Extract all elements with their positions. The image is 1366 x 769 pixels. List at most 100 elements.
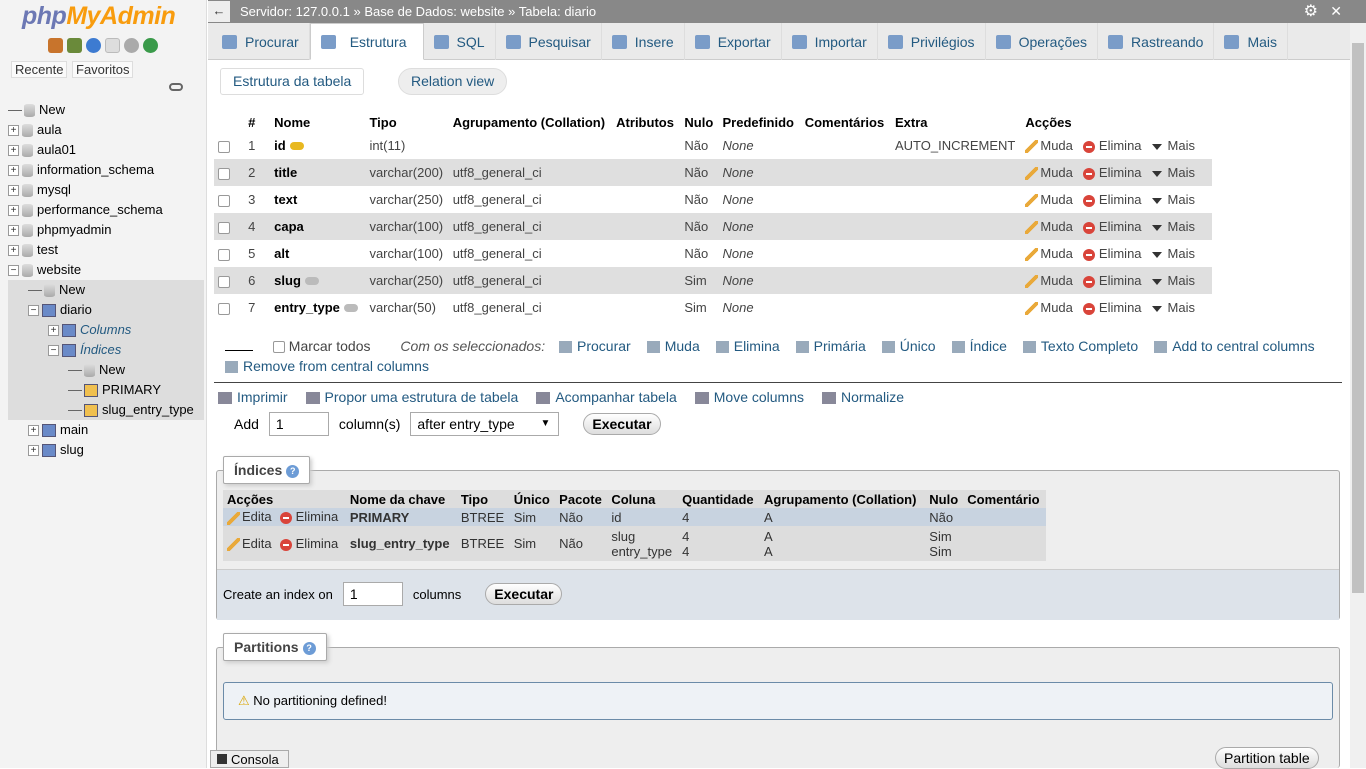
more-dropdown[interactable]: Mais — [1151, 219, 1195, 234]
reload-icon[interactable] — [143, 38, 158, 53]
collapse-icon[interactable]: − — [28, 304, 39, 316]
recent-button[interactable]: Recente — [11, 61, 68, 78]
expand-icon[interactable]: + — [48, 324, 59, 336]
change-button[interactable]: Muda — [1025, 219, 1073, 235]
bulk-action-button[interactable]: Índice — [951, 338, 1007, 354]
row-checkbox[interactable] — [218, 140, 230, 153]
row-checkbox[interactable] — [218, 302, 230, 315]
bulk-action-button[interactable]: Primária — [795, 338, 866, 354]
expand-icon[interactable]: + — [8, 164, 19, 176]
bulk-action-button[interactable]: Texto Completo — [1022, 338, 1138, 354]
settings-icon[interactable] — [124, 38, 139, 53]
drop-button[interactable]: Elimina — [1082, 219, 1142, 234]
tab-estrutura[interactable]: Estrutura — [309, 23, 424, 60]
tab-importar[interactable]: Importar — [782, 23, 878, 60]
tree-item[interactable]: + phpmyadmin — [8, 220, 204, 240]
relation-view-button[interactable]: Relation view — [398, 68, 508, 95]
tree-item[interactable]: + mysql — [8, 180, 204, 200]
scrollbar-thumb[interactable] — [1352, 43, 1364, 593]
row-checkbox[interactable] — [218, 221, 230, 234]
tab-exportar[interactable]: Exportar — [685, 23, 782, 60]
expand-icon[interactable]: + — [8, 224, 19, 236]
change-button[interactable]: Muda — [1025, 246, 1073, 262]
change-button[interactable]: Muda — [1025, 165, 1073, 181]
home-icon[interactable] — [48, 38, 63, 53]
expand-icon[interactable]: + — [28, 444, 39, 456]
change-button[interactable]: Muda — [1025, 300, 1073, 316]
tree-item[interactable]: + performance_schema — [8, 200, 204, 220]
tree-item[interactable]: New — [8, 100, 204, 120]
tree-item[interactable]: + test — [8, 240, 204, 260]
tree-item[interactable]: PRIMARY — [8, 380, 204, 400]
tree-item[interactable]: + aula — [8, 120, 204, 140]
tool-link[interactable]: Normalize — [822, 389, 904, 405]
tree-item[interactable]: + slug — [8, 440, 204, 460]
expand-icon[interactable]: + — [8, 144, 19, 156]
more-dropdown[interactable]: Mais — [1151, 300, 1195, 315]
partition-table-button[interactable]: Partition table — [1215, 747, 1319, 769]
tab-rastreando[interactable]: Rastreando — [1098, 23, 1215, 60]
row-checkbox[interactable] — [218, 194, 230, 207]
tab-privilégios[interactable]: Privilégios — [878, 23, 986, 60]
phpmyadmin-logo[interactable]: phpMyAdmin — [22, 2, 176, 31]
bulk-action-button[interactable]: Elimina — [715, 338, 780, 354]
help-icon[interactable]: ? — [286, 464, 300, 478]
drop-button[interactable]: Elimina — [1082, 273, 1142, 288]
drop-button[interactable]: Elimina — [1082, 165, 1142, 180]
tab-pesquisar[interactable]: Pesquisar — [496, 23, 602, 60]
collapse-icon[interactable]: − — [48, 344, 59, 356]
bulk-action-button[interactable]: Muda — [646, 338, 700, 354]
collapse-nav-arrow-icon[interactable]: ← — [208, 1, 230, 22]
column-count-input[interactable]: 1 — [268, 412, 329, 436]
favorites-button[interactable]: Favoritos — [72, 61, 134, 78]
bulk-action-button[interactable]: Único — [881, 338, 936, 354]
docs-icon[interactable] — [105, 38, 120, 53]
expand-icon[interactable]: + — [28, 424, 39, 436]
check-all-label[interactable]: Marcar todos — [289, 338, 371, 354]
logout-icon[interactable] — [67, 38, 82, 53]
row-checkbox[interactable] — [218, 167, 230, 180]
execute-add-button[interactable]: Executar — [583, 413, 661, 435]
console-toggle[interactable]: Consola — [210, 750, 289, 768]
table-structure-button[interactable]: Estrutura da tabela — [220, 68, 365, 95]
tree-item[interactable]: + Columns — [8, 320, 204, 340]
row-checkbox[interactable] — [218, 275, 230, 288]
edit-index-button[interactable]: Edita — [227, 509, 272, 525]
breadcrumb-database[interactable]: Base de Dados: website — [364, 4, 504, 19]
breadcrumb-table[interactable]: Tabela: diario — [519, 4, 596, 19]
tree-item[interactable]: − website — [8, 260, 204, 280]
change-button[interactable]: Muda — [1025, 138, 1073, 154]
more-dropdown[interactable]: Mais — [1151, 192, 1195, 207]
tab-insere[interactable]: Insere — [602, 23, 685, 60]
edit-index-button[interactable]: Edita — [227, 536, 272, 552]
tab-operações[interactable]: Operações — [986, 23, 1099, 60]
drop-button[interactable]: Elimina — [1082, 138, 1142, 153]
more-dropdown[interactable]: Mais — [1151, 138, 1195, 153]
tool-link[interactable]: Imprimir — [218, 389, 288, 405]
check-all-checkbox[interactable] — [272, 341, 285, 354]
tree-item[interactable]: + information_schema — [8, 160, 204, 180]
tab-sql[interactable]: SQL — [424, 23, 496, 60]
tool-link[interactable]: Acompanhar tabela — [536, 389, 677, 405]
link-icon[interactable] — [169, 83, 183, 91]
drop-button[interactable]: Elimina — [1082, 192, 1142, 207]
tree-item[interactable]: + main — [8, 420, 204, 440]
bulk-action-button[interactable]: Procurar — [559, 338, 631, 354]
change-button[interactable]: Muda — [1025, 273, 1073, 289]
more-dropdown[interactable]: Mais — [1151, 165, 1195, 180]
collapse-icon[interactable]: − — [8, 264, 19, 276]
help-icon[interactable] — [86, 38, 101, 53]
tab-mais[interactable]: Mais — [1214, 23, 1288, 60]
row-checkbox[interactable] — [218, 248, 230, 261]
tool-link[interactable]: Move columns — [694, 389, 804, 405]
expand-icon[interactable]: + — [8, 204, 19, 216]
more-dropdown[interactable]: Mais — [1151, 273, 1195, 288]
execute-index-button[interactable]: Executar — [485, 583, 563, 605]
drop-index-button[interactable]: Elimina — [279, 509, 338, 524]
change-button[interactable]: Muda — [1025, 192, 1073, 208]
scrollbar[interactable] — [1350, 23, 1366, 768]
tree-item[interactable]: New — [8, 280, 204, 300]
drop-button[interactable]: Elimina — [1082, 246, 1142, 261]
column-position-select[interactable]: after entry_type ▼ — [410, 412, 560, 436]
tree-item[interactable]: New — [8, 360, 204, 380]
